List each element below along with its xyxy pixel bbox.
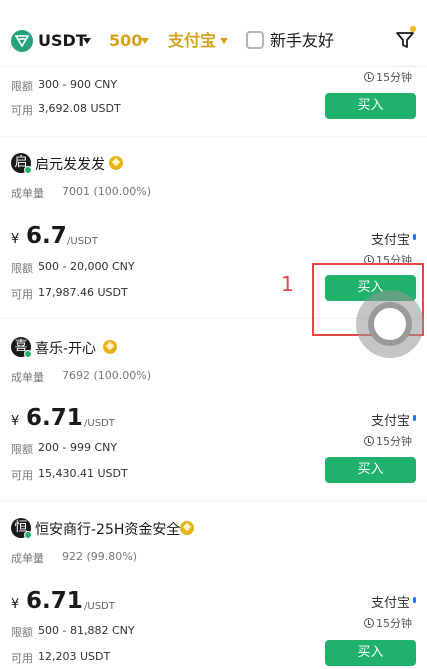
payment-color-tag: [413, 597, 416, 603]
filter-bar: USDT 500 支付宝 新手友好: [0, 0, 427, 66]
buy-button[interactable]: 买入: [325, 640, 416, 666]
online-dot-icon: [24, 350, 32, 358]
online-dot-icon: [24, 166, 32, 174]
verified-badge-icon: [103, 340, 117, 354]
available-label: 可用: [11, 104, 33, 117]
available-label: 可用: [11, 652, 33, 665]
payment-selector[interactable]: 支付宝: [168, 31, 216, 51]
newbie-checkbox[interactable]: [246, 31, 264, 49]
annotation-number: 1: [281, 272, 294, 296]
limit-label: 限额: [11, 443, 33, 456]
volume-label: 成单量: [11, 187, 44, 200]
limit-value: 300 - 900 CNY: [38, 78, 118, 91]
available-value: 3,692.08 USDT: [38, 102, 121, 115]
assistive-touch-inner: [368, 302, 412, 346]
merchant-name[interactable]: 恒安商行-25H资金安全: [35, 519, 180, 539]
payment-method: 支付宝: [370, 414, 410, 429]
divider: [0, 500, 427, 501]
volume-label: 成单量: [11, 552, 44, 565]
asset-selector[interactable]: USDT: [38, 31, 87, 51]
volume-label: 成单量: [11, 371, 44, 384]
limit-value: 500 - 81,882 CNY: [38, 624, 135, 637]
clock-icon: [364, 72, 374, 82]
limit-value: 200 - 999 CNY: [38, 441, 118, 454]
limit-value: 500 - 20,000 CNY: [38, 260, 135, 273]
payment-color-tag: [413, 415, 416, 421]
verified-badge-icon: [180, 521, 194, 535]
assistive-touch-button[interactable]: [356, 290, 424, 358]
available-value: 17,987.46 USDT: [38, 286, 128, 299]
payment-method: 支付宝: [370, 596, 410, 611]
price-unit: /USDT: [67, 236, 98, 247]
online-dot-icon: [24, 531, 32, 539]
limit-label: 限额: [11, 262, 33, 275]
clock-icon: [364, 436, 374, 446]
merchant-name[interactable]: 启元发发发: [35, 154, 105, 174]
payment-method: 支付宝: [370, 233, 410, 248]
price-unit: /USDT: [84, 601, 115, 612]
currency-symbol: ¥: [11, 414, 20, 429]
filter-active-dot: [410, 26, 416, 32]
divider: [0, 136, 427, 137]
volume-value: 7692 (100.00%): [62, 369, 152, 382]
volume-value: 7001 (100.00%): [62, 185, 152, 198]
time-limit: 15分钟: [364, 615, 412, 631]
buy-button[interactable]: 买入: [325, 93, 416, 119]
price: 6.71: [26, 588, 83, 614]
time-limit: 15分钟: [364, 433, 412, 449]
currency-symbol: ¥: [11, 597, 20, 612]
merchant-name[interactable]: 喜乐-开心: [35, 338, 96, 358]
filter-icon[interactable]: [395, 30, 415, 50]
chevron-down-icon[interactable]: [220, 38, 228, 44]
payment-color-tag: [413, 234, 416, 240]
time-limit: 15分钟: [364, 69, 412, 85]
amount-selector[interactable]: 500: [109, 31, 142, 51]
newbie-label[interactable]: 新手友好: [270, 31, 334, 51]
available-value: 15,430.41 USDT: [38, 467, 128, 480]
divider: [0, 66, 427, 67]
currency-symbol: ¥: [11, 232, 20, 247]
available-label: 可用: [11, 288, 33, 301]
available-value: 12,203 USDT: [38, 650, 111, 663]
limit-label: 限额: [11, 626, 33, 639]
volume-value: 922 (99.80%): [62, 550, 138, 563]
chevron-down-icon[interactable]: [141, 38, 149, 44]
price: 6.7: [26, 223, 67, 249]
clock-icon: [364, 618, 374, 628]
available-label: 可用: [11, 469, 33, 482]
price: 6.71: [26, 405, 83, 431]
chevron-down-icon[interactable]: [83, 38, 91, 44]
verified-badge-icon: [109, 156, 123, 170]
limit-label: 限额: [11, 80, 33, 93]
buy-button[interactable]: 买入: [325, 457, 416, 483]
price-unit: /USDT: [84, 418, 115, 429]
usdt-icon: [11, 30, 33, 52]
